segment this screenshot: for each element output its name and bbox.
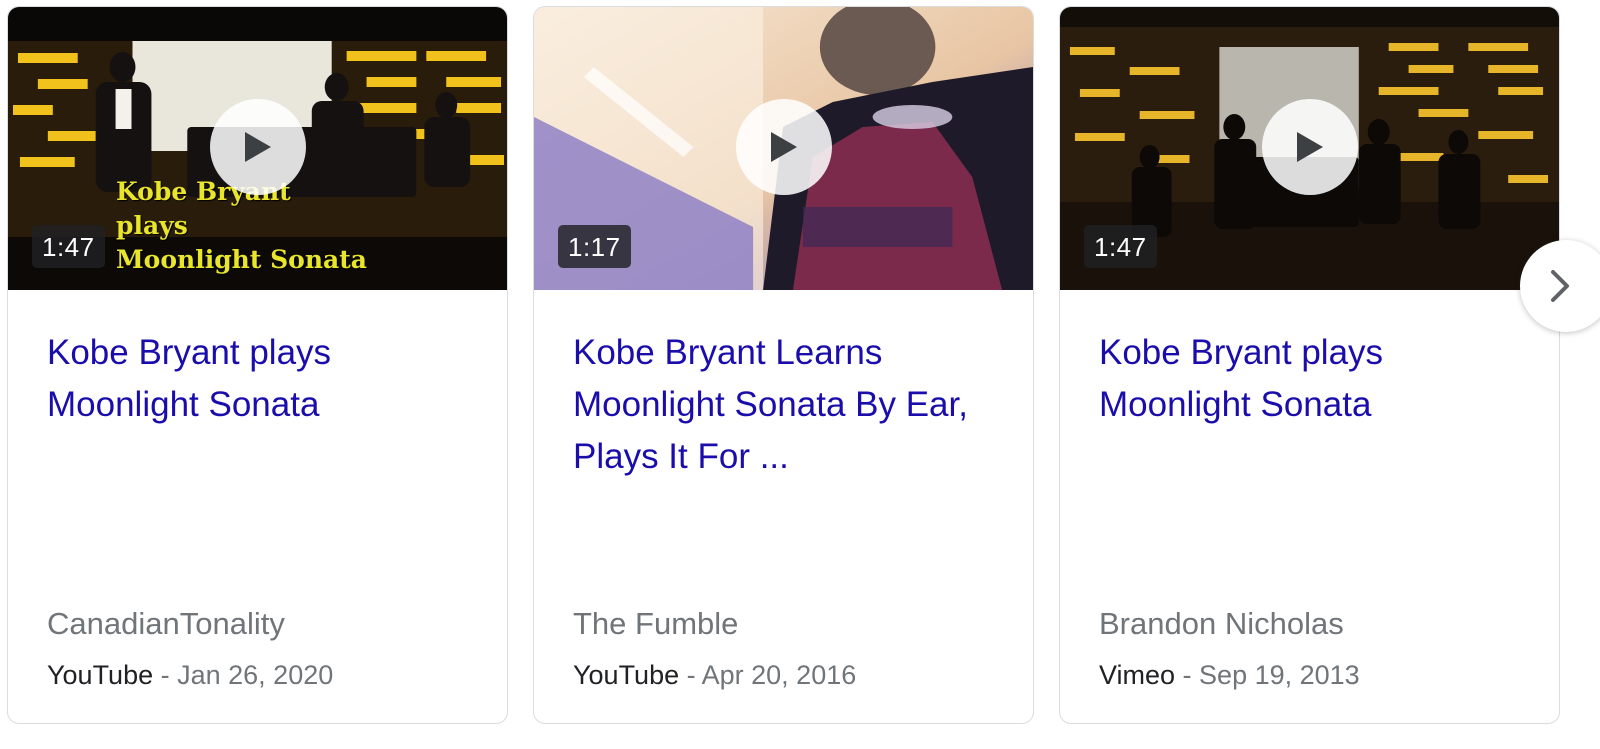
video-card[interactable]: 1:47 Kobe Bryant plays Moonlight Sonata … (1059, 6, 1560, 724)
video-thumbnail[interactable]: 1:47 (1060, 7, 1559, 290)
play-button[interactable] (735, 99, 832, 195)
meta-separator: - (153, 660, 178, 690)
video-thumbnail[interactable]: 1:17 (534, 7, 1033, 290)
video-carousel: Kobe Bryant plays Moonlight Sonata 1:47 … (0, 0, 1600, 749)
meta-separator: - (679, 660, 702, 690)
publish-date: Jan 26, 2020 (177, 660, 334, 690)
play-icon (244, 132, 271, 162)
video-title-link[interactable]: Kobe Bryant plays Moonlight Sonata (47, 327, 487, 431)
overlay-line: Moonlight Sonata (116, 245, 367, 274)
overlay-line: plays (116, 211, 188, 240)
source-name: YouTube (573, 660, 680, 690)
video-thumbnail[interactable]: Kobe Bryant plays Moonlight Sonata 1:47 (8, 7, 507, 290)
play-icon (770, 132, 797, 162)
video-card[interactable]: 1:17 Kobe Bryant Learns Moonlight Sonata… (533, 6, 1034, 724)
play-icon (1296, 132, 1323, 162)
publish-date: Apr 20, 2016 (701, 660, 857, 690)
duration-badge: 1:47 (32, 225, 105, 268)
play-button[interactable] (1261, 99, 1358, 195)
channel-name: CanadianTonality (47, 606, 285, 641)
channel-name: The Fumble (573, 606, 739, 641)
video-title-link[interactable]: Kobe Bryant plays Moonlight Sonata (1099, 327, 1539, 431)
duration-badge: 1:47 (1084, 225, 1157, 268)
duration-badge: 1:17 (558, 225, 631, 268)
channel-name: Brandon Nicholas (1099, 606, 1344, 641)
source-name: Vimeo (1099, 660, 1176, 690)
chevron-right-icon (1551, 270, 1569, 302)
video-meta: Vimeo - Sep 19, 2013 (1099, 658, 1360, 692)
video-title-link[interactable]: Kobe Bryant Learns Moonlight Sonata By E… (573, 327, 1013, 483)
video-card[interactable]: Kobe Bryant plays Moonlight Sonata 1:47 … (7, 6, 508, 724)
source-name: YouTube (47, 660, 154, 690)
publish-date: Sep 19, 2013 (1199, 660, 1360, 690)
video-meta: YouTube - Jan 26, 2020 (47, 658, 333, 692)
play-button[interactable] (209, 99, 306, 195)
meta-separator: - (1175, 660, 1200, 690)
video-meta: YouTube - Apr 20, 2016 (573, 658, 856, 692)
